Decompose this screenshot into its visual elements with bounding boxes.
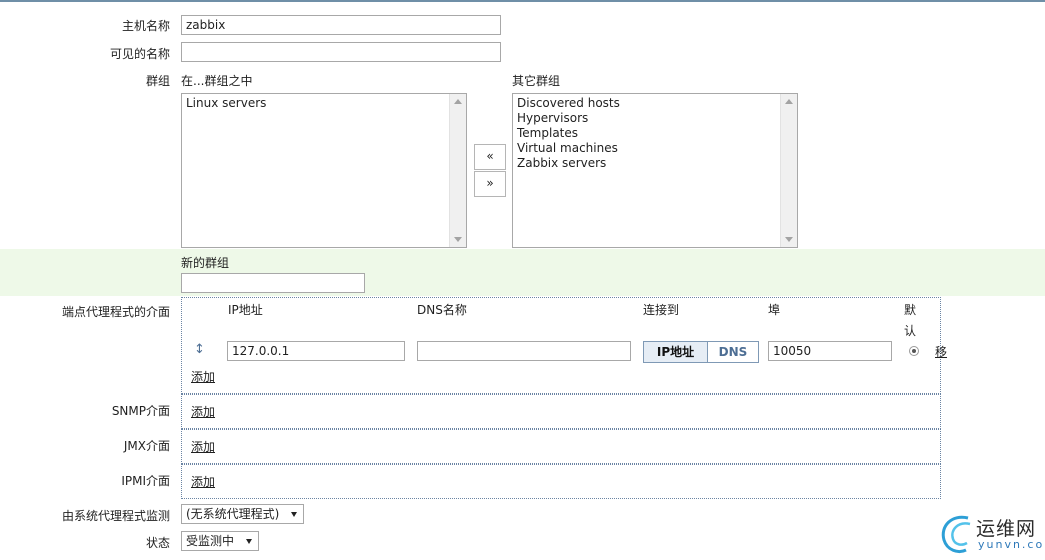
add-jmx-link[interactable]: 添加: [191, 438, 215, 455]
port-input[interactable]: [768, 341, 892, 361]
snmp-box: [181, 394, 941, 429]
default-radio[interactable]: [909, 346, 919, 356]
host-name-input[interactable]: [181, 15, 501, 35]
ip-input[interactable]: [227, 341, 405, 361]
watermark-url: yunvn.com: [978, 538, 1045, 551]
top-border: [0, 0, 1045, 2]
add-ipmi-link[interactable]: 添加: [191, 473, 215, 490]
visible-name-input[interactable]: [181, 42, 501, 62]
list-item[interactable]: Hypervisors: [513, 111, 797, 126]
default-header-2: 认: [904, 324, 917, 338]
new-group-row: [0, 249, 1045, 296]
host-name-label: 主机名称: [121, 19, 170, 33]
jmx-label: JMX介面: [123, 439, 170, 453]
list-item[interactable]: Linux servers: [182, 96, 466, 111]
swirl-logo-icon: [941, 515, 971, 554]
in-groups-heading: 在...群组之中: [181, 74, 253, 88]
add-agent-interface-link[interactable]: 添加: [191, 368, 215, 385]
move-left-button[interactable]: «: [474, 144, 506, 170]
scrollbar[interactable]: [449, 94, 466, 247]
in-groups-list[interactable]: Linux servers: [181, 93, 467, 248]
chevron-down-icon: [246, 539, 252, 544]
add-snmp-link[interactable]: 添加: [191, 403, 215, 420]
proxy-select-value: (无系统代理程式): [186, 507, 280, 521]
scroll-up-icon[interactable]: [785, 99, 793, 104]
new-group-label: 新的群组: [181, 256, 230, 270]
port-header: 埠: [768, 303, 781, 317]
visible-name-label: 可见的名称: [109, 47, 170, 61]
other-groups-list[interactable]: Discovered hosts Hypervisors Templates V…: [512, 93, 798, 248]
connect-to-toggle: IP地址 DNS: [643, 341, 759, 363]
list-item[interactable]: Templates: [513, 126, 797, 141]
connect-to-header: 连接到: [643, 303, 680, 317]
move-right-button[interactable]: »: [474, 171, 506, 197]
watermark-name: 运维网: [976, 518, 1037, 540]
watermark-logo: 运维网 yunvn.com: [938, 512, 1045, 558]
dns-header: DNS名称: [417, 303, 467, 317]
ipmi-box: [181, 464, 941, 499]
new-group-input[interactable]: [181, 273, 365, 293]
chevron-down-icon: [291, 512, 297, 517]
groups-label: 群组: [145, 74, 170, 88]
scroll-down-icon[interactable]: [454, 237, 462, 242]
snmp-label: SNMP介面: [111, 404, 170, 418]
list-item[interactable]: Zabbix servers: [513, 156, 797, 171]
jmx-box: [181, 429, 941, 464]
agent-interfaces-label: 端点代理程式的介面: [61, 305, 170, 319]
scroll-down-icon[interactable]: [785, 237, 793, 242]
remove-link[interactable]: 移: [935, 343, 947, 360]
status-label: 状态: [145, 536, 170, 550]
list-item[interactable]: Discovered hosts: [513, 96, 797, 111]
scroll-up-icon[interactable]: [454, 99, 462, 104]
list-item[interactable]: Virtual machines: [513, 141, 797, 156]
status-select[interactable]: 受监测中: [181, 531, 259, 551]
default-header: 默: [904, 303, 917, 317]
connect-dns-button[interactable]: DNS: [708, 342, 758, 362]
other-groups-heading: 其它群组: [512, 74, 561, 88]
status-select-value: 受监测中: [186, 534, 235, 548]
connect-ip-button[interactable]: IP地址: [644, 342, 708, 362]
proxy-label: 由系统代理程式监测: [61, 509, 170, 523]
ip-header: IP地址: [228, 303, 263, 317]
dns-input[interactable]: [417, 341, 631, 361]
proxy-select[interactable]: (无系统代理程式): [181, 504, 304, 524]
drag-handle-icon[interactable]: ↕: [194, 342, 205, 358]
ipmi-label: IPMI介面: [121, 474, 170, 488]
scrollbar[interactable]: [780, 94, 797, 247]
